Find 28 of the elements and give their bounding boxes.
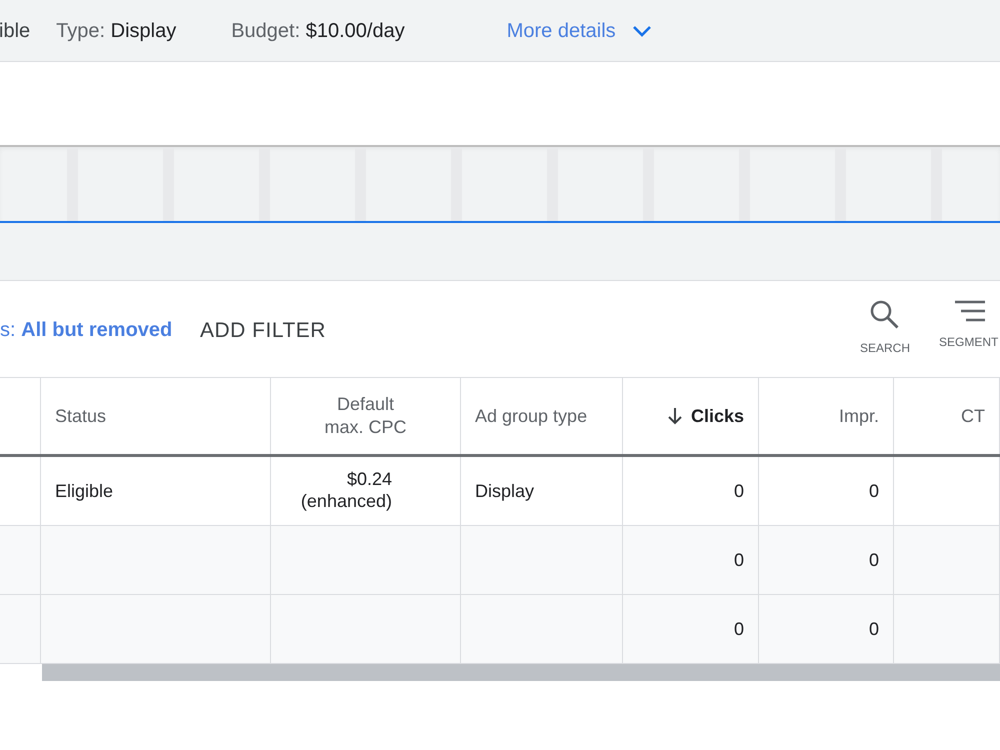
- table-cell-text: 0: [734, 618, 744, 640]
- column-header[interactable]: CT: [894, 378, 1000, 454]
- table-cell-text: Display: [475, 480, 534, 503]
- filter-chip[interactable]: s: All but removed: [0, 315, 172, 345]
- chevron-down-icon: [632, 24, 652, 36]
- table-cell-text: 0: [868, 480, 879, 502]
- search-icon: [869, 299, 901, 329]
- search-tool-button[interactable]: SEARCH: [860, 299, 910, 357]
- column-header[interactable]: Clicks: [623, 378, 759, 454]
- column-header[interactable]: Ad group type: [461, 378, 623, 454]
- table-cell-text: 0: [734, 548, 744, 572]
- table-cell-text: Eligible: [55, 480, 114, 503]
- summary-item: Budget: $10.00/day: [231, 18, 405, 44]
- more-details-link[interactable]: More details: [506, 16, 652, 46]
- add-filter-button[interactable]: ADD FILTER: [200, 315, 326, 346]
- arrow-down-icon: [666, 407, 683, 425]
- table-cell-text: 0: [734, 480, 744, 502]
- status-text: ible: [0, 18, 30, 44]
- table-row[interactable]: Eligible $0.24 (enhanced) Display 0 0: [0, 457, 1000, 526]
- column-header[interactable]: Impr.: [759, 378, 894, 454]
- column-header[interactable]: Status: [41, 378, 271, 454]
- table-cell-text: 0: [868, 618, 879, 640]
- table-cell-text: 0: [868, 548, 879, 572]
- column-header[interactable]: Default max. CPC: [271, 378, 461, 454]
- segment-tool-button[interactable]: SEGMENT: [939, 299, 998, 351]
- horizontal-scrollbar[interactable]: [42, 664, 1000, 681]
- summary-item: Type: Display: [56, 18, 176, 44]
- table-cell-text: $0.24 (enhanced): [300, 469, 392, 513]
